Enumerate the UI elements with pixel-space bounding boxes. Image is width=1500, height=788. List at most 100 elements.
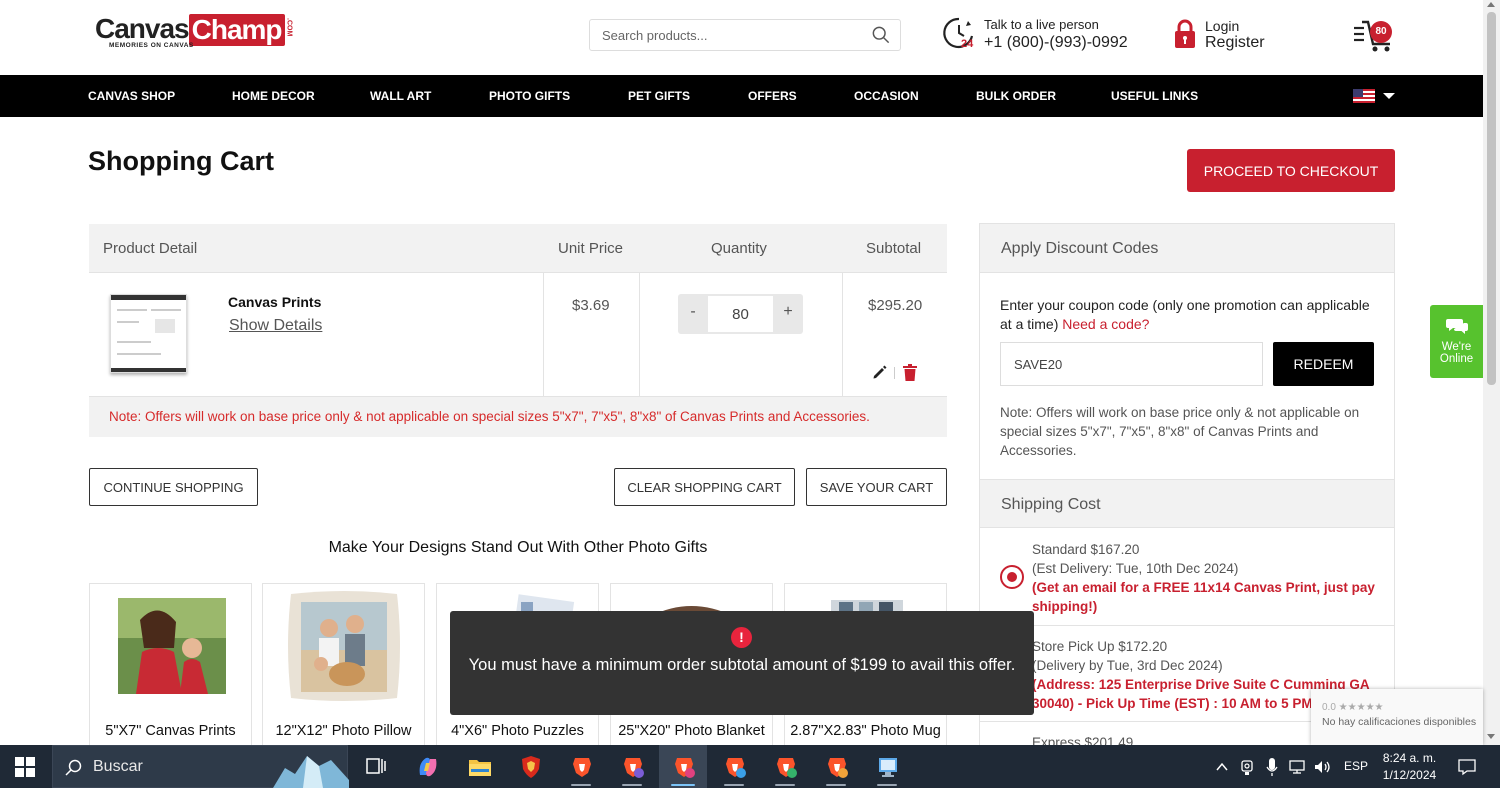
chevron-up-icon[interactable] [1215,760,1229,774]
shield-icon [522,756,540,778]
copilot-app[interactable] [403,745,451,788]
notification-icon[interactable] [1458,758,1476,776]
gift-name: 25"X20" Photo Blanket [618,723,765,739]
coupon-code-input[interactable] [1000,342,1263,386]
quantity-increment-button[interactable]: + [773,294,803,334]
thumbnail-detail [155,319,175,333]
brave-profile-app[interactable] [710,745,758,788]
shipping-radio-standard[interactable] [1000,565,1024,589]
search-input[interactable] [590,20,865,50]
task-view-app[interactable] [352,745,400,788]
nav-item-offers[interactable]: OFFERS [748,75,797,117]
chat-status-line2: Online [1439,353,1474,365]
site-logo[interactable]: Canvas Champ .COM MEMORIES ON CANVAS [95,14,293,50]
search-icon[interactable] [872,26,890,44]
windows-start-icon[interactable] [15,757,35,777]
chat-widget[interactable]: We're Online [1430,305,1483,378]
clock-24-icon: 24 [943,17,974,50]
proceed-to-checkout-button[interactable]: PROCEED TO CHECKOUT [1187,149,1395,192]
product-thumbnail[interactable] [110,294,187,373]
brave-profile-app[interactable] [761,745,809,788]
us-flag-icon[interactable] [1353,89,1375,103]
order-sidebar: Apply Discount Codes Enter your coupon c… [979,223,1395,763]
brave-profile-app-active[interactable] [659,745,707,788]
trash-icon[interactable] [903,364,917,381]
alert-icon: ! [731,627,752,648]
chat-status-line1: We're [1441,341,1472,353]
support-label: Talk to a live person [984,17,1099,32]
nav-item-wall-art[interactable]: WALL ART [370,75,431,117]
file-explorer-app[interactable] [455,745,503,788]
page: Canvas Champ .COM MEMORIES ON CANVAS 24 … [0,0,1500,788]
redeem-button[interactable]: REDEEM [1273,342,1374,386]
support-phone[interactable]: +1 (800)-(993)-0992 [984,33,1128,53]
radio-selected-dot [1007,572,1017,582]
volume-icon[interactable] [1314,759,1332,775]
show-details-link[interactable]: Show Details [229,317,322,335]
app-open-indicator [724,784,744,786]
product-name: Canvas Prints [228,294,322,310]
scroll-thumb[interactable] [1487,12,1496,385]
page-scrollbar[interactable] [1483,0,1500,745]
login-link[interactable]: Login [1205,18,1265,34]
taskbar-search-box[interactable]: Buscar [52,745,349,788]
header-product-detail: Product Detail [103,240,198,257]
brave-profile-app[interactable] [608,745,656,788]
quantity-decrement-button[interactable]: - [678,294,708,334]
clear-cart-button[interactable]: CLEAR SHOPPING CART [614,468,795,506]
save-cart-button[interactable]: SAVE YOUR CART [806,468,947,506]
app-open-indicator [826,784,846,786]
chevron-down-icon[interactable] [1383,93,1395,99]
control-panel-app[interactable] [863,745,911,788]
nav-item-useful-links[interactable]: USEFUL LINKS [1111,75,1198,117]
brave-browser-app[interactable] [557,745,605,788]
gift-image [118,598,226,694]
nav-item-occasion[interactable]: OCCASION [854,75,919,117]
thumbnail-frame [111,295,186,300]
shipping-option-standard[interactable]: Standard $167.20 (Est Delivery: Tue, 10t… [980,529,1394,626]
coupon-instructions-text: Enter your coupon code (only one promoti… [1000,297,1370,332]
network-icon[interactable] [1289,759,1307,775]
shipping-option-promo: (Get an email for a FREE 11x14 Canvas Pr… [1032,580,1375,614]
task-view-icon [366,758,386,774]
need-code-link[interactable]: Need a code? [1062,316,1149,332]
cart-count-badge: 80 [1370,21,1392,43]
folder-icon [469,760,491,776]
nav-item-pet-gifts[interactable]: PET GIFTS [628,75,690,117]
scroll-down-arrow-icon[interactable] [1487,734,1495,739]
toast-message: You must have a minimum order subtotal a… [468,656,1016,674]
thumbnail-frame [111,368,186,372]
site-header: Canvas Champ .COM MEMORIES ON CANVAS 24 … [0,0,1483,75]
brave-shield-app[interactable] [506,745,554,788]
system-clock[interactable]: 8:24 a. m. 1/12/2024 [1372,750,1447,784]
gift-card[interactable]: 5"X7" Canvas Prints [89,583,252,758]
camera-icon[interactable] [1241,758,1257,776]
language-indicator[interactable]: ESP [1344,759,1368,773]
nav-item-home-decor[interactable]: HOME DECOR [232,75,315,117]
error-toast: ! You must have a minimum order subtotal… [450,611,1034,715]
gift-image [288,591,400,701]
header-unit-price: Unit Price [558,240,624,257]
account-text: Login Register [1205,18,1265,52]
rating-badge[interactable]: 0.0 ★★★★★ No hay calificaciones disponib… [1311,689,1483,745]
gift-name: 5"X7" Canvas Prints [105,723,236,739]
brave-profile-icon [624,758,644,778]
subtotal-value: $295.20 [868,297,923,314]
gift-card[interactable]: 12"X12" Photo Pillow [262,583,425,758]
thumbnail-detail [117,341,151,343]
brave-profile-app[interactable] [812,745,860,788]
nav-item-bulk-order[interactable]: BULK ORDER [976,75,1056,117]
continue-shopping-button[interactable]: CONTINUE SHOPPING [89,468,258,506]
register-link[interactable]: Register [1205,34,1265,52]
scroll-up-arrow-icon[interactable] [1487,2,1495,7]
unit-price-value: $3.69 [572,297,610,314]
quantity-input[interactable] [708,296,773,332]
nav-item-canvas-shop[interactable]: CANVAS SHOP [88,75,175,117]
live-support[interactable]: 24 Talk to a live person +1 (800)-(993)-… [942,16,1128,53]
nav-item-photo-gifts[interactable]: PHOTO GIFTS [489,75,570,117]
clock-time: 8:24 a. m. [1382,751,1437,765]
microphone-icon[interactable] [1266,757,1278,777]
pencil-icon[interactable] [872,365,887,380]
offer-note: Note: Offers will work on base price onl… [89,397,947,437]
search-highlight-art [273,756,349,788]
